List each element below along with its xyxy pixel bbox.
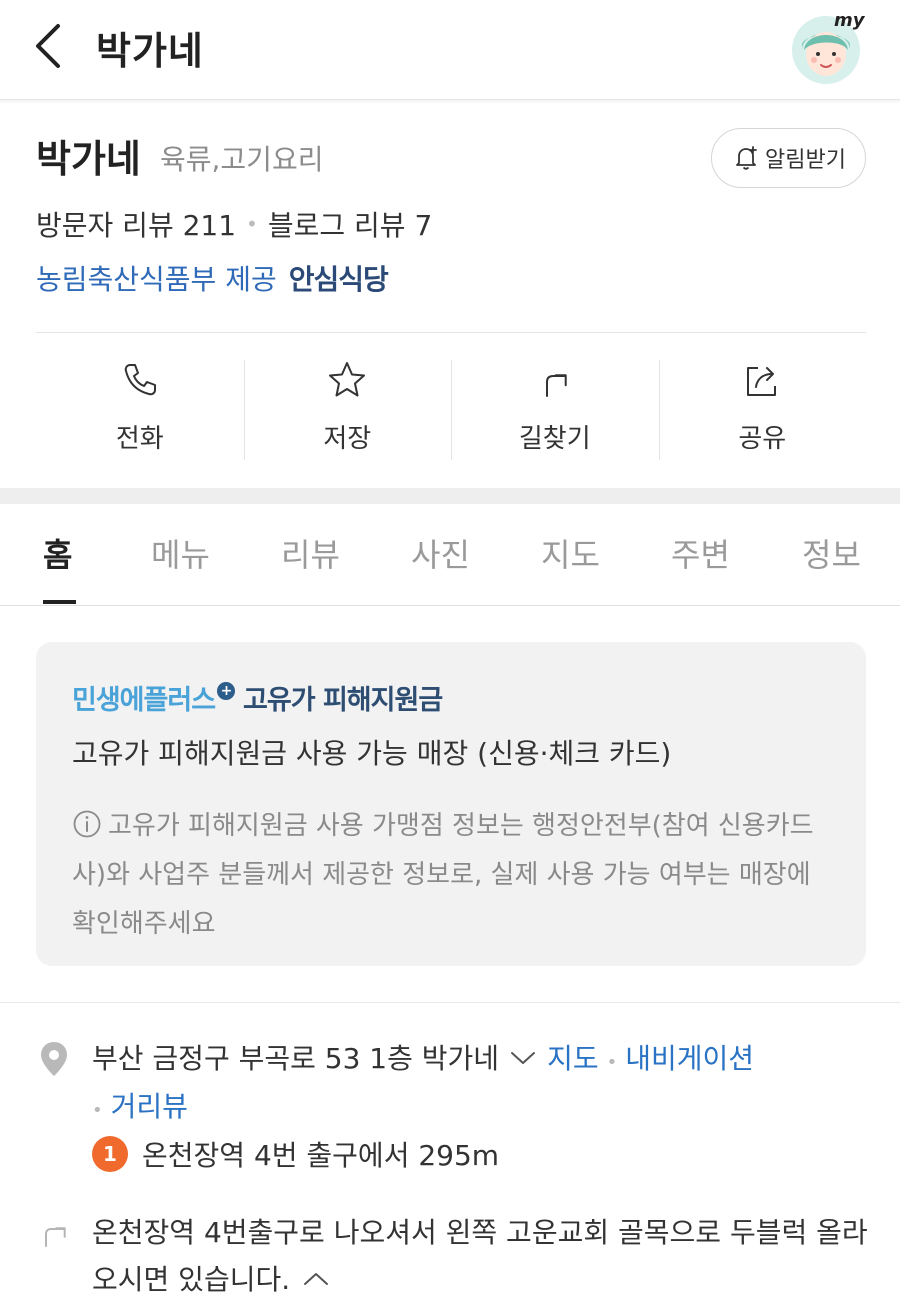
navigation-link[interactable]: 내비게이션 [625,1042,754,1075]
call-button[interactable]: 전화 [36,356,244,466]
directions-button[interactable]: 길찾기 [451,356,659,466]
top-header: 박가네 my [0,0,900,100]
separator-dot: • [246,212,258,236]
info-icon [73,810,101,838]
chevron-down-icon [511,1052,536,1064]
store-category: 육류,고기요리 [160,143,324,176]
tab-info[interactable]: 정보 [802,530,861,576]
store-name: 박가네 [36,137,141,181]
blog-review-link[interactable]: 블로그 리뷰 7 [268,204,432,244]
tab-bar: 홈 메뉴 리뷰 사진 지도 주변 정보 [0,504,900,606]
subway-text: 온천장역 4번 출구에서 295m [142,1139,500,1172]
relief-fund-notice: 민생에플러스 + 고유가 피해지원금 고유가 피해지원금 사용 가능 매장 (신… [36,642,866,966]
notice-note: 고유가 피해지원금 사용 가맹점 정보는 행정안전부(참여 신용카드사)와 사업… [72,802,842,949]
separator-dot: • [92,1100,103,1121]
phone-icon [124,364,156,396]
separator-dot: • [606,1052,618,1073]
save-button[interactable]: 저장 [243,356,452,466]
share-icon [747,367,777,396]
tab-menu[interactable]: 메뉴 [151,530,210,576]
share-label: 공유 [738,424,787,454]
section-gap [0,488,900,504]
directions-text: 온천장역 4번출구로 나오셔서 왼쪽 고운교회 골목으로 두블럭 올라오시면 있… [92,1210,872,1306]
provider-text: 농림축산식품부 제공 [36,263,277,296]
chevron-up-icon [304,1273,329,1285]
map-link[interactable]: 지도 [547,1042,599,1075]
store-info: 박가네 육류,고기요리 알림받기 방문자 리뷰 211 • 블로그 리뷰 7 농… [0,100,900,488]
directions-turn-icon [45,1227,66,1247]
notify-button[interactable]: 알림받기 [711,128,866,188]
avatar-label: my [834,10,866,31]
divider [0,1002,900,1003]
star-icon [329,362,366,397]
save-label: 저장 [323,424,372,454]
directions-description: 온천장역 4번출구로 나오셔서 왼쪽 고운교회 골목으로 두블럭 올라오시면 있… [92,1216,868,1296]
directions-icon [545,374,567,397]
tab-reviews[interactable]: 리뷰 [281,530,340,576]
back-button[interactable] [28,20,72,72]
directions-label: 길찾기 [518,424,591,454]
divider [36,332,866,333]
tab-home[interactable]: 홈 [43,530,72,576]
expand-address-button[interactable] [509,1036,537,1080]
collapse-directions-button[interactable] [302,1256,330,1302]
safe-badge: 안심식당 [288,263,389,296]
brand-name: 민생에플러스 [72,685,216,716]
notice-note-text: 고유가 피해지원금 사용 가맹점 정보는 행정안전부(참여 신용카드사)와 사업… [72,811,814,939]
visitor-review-link[interactable]: 방문자 리뷰 211 [36,204,236,244]
subway-info: 1 온천장역 4번 출구에서 295m [92,1134,499,1174]
notice-description: 고유가 피해지원금 사용 가능 매장 (신용·체크 카드) [72,737,672,770]
subway-line-badge: 1 [92,1136,128,1172]
location-pin-icon [41,1042,67,1076]
my-profile-avatar[interactable]: my [790,10,866,86]
tab-map[interactable]: 지도 [541,530,600,576]
tab-nearby[interactable]: 주변 [671,530,730,576]
page-title: 박가네 [96,29,204,73]
call-label: 전화 [115,424,164,454]
tab-photos[interactable]: 사진 [411,530,470,576]
bell-plus-icon [736,146,757,170]
notice-brand: 민생에플러스 + 고유가 피해지원금 [72,678,443,717]
action-bar: 전화 저장 길찾기 공유 [36,356,866,466]
street-view-link[interactable]: 거리뷰 [111,1090,188,1123]
chevron-left-icon [36,24,60,68]
address-line: 부산 금정구 부곡로 53 1층 박가네 지도 • 내비게이션 • 거리뷰 [92,1036,872,1133]
avatar-icon: my [792,10,866,84]
safe-restaurant-info: 농림축산식품부 제공 안심식당 [36,258,389,298]
active-tab-indicator [43,600,76,604]
notify-label: 알림받기 [765,148,846,173]
address-text: 부산 금정구 부곡로 53 1층 박가네 [92,1042,500,1075]
brand-program: 고유가 피해지원금 [243,685,443,716]
share-button[interactable]: 공유 [658,356,867,466]
plus-icon: + [217,681,236,700]
review-counts: 방문자 리뷰 211 • 블로그 리뷰 7 [36,204,432,244]
